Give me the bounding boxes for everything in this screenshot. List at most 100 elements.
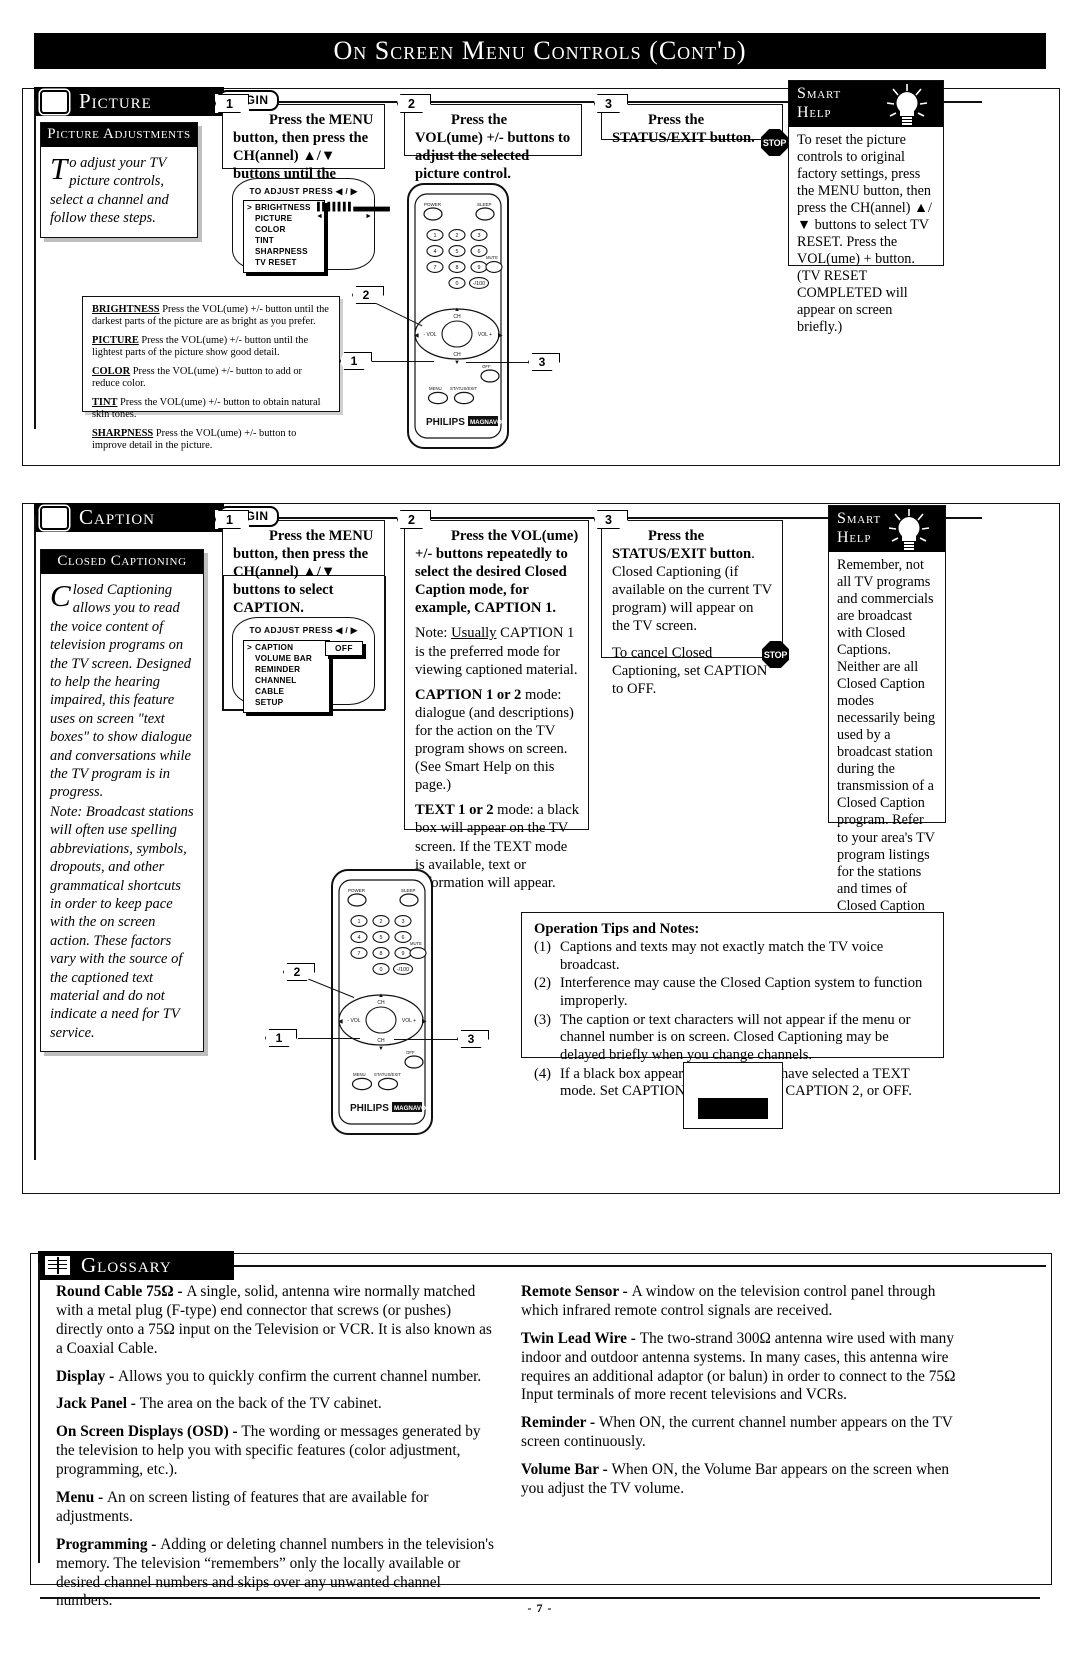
glossary-entry: Menu - An on screen listing of features … — [56, 1489, 429, 1525]
caption-intro-note: Note: Broadcast stations will often use … — [50, 803, 194, 1041]
svg-text:1: 1 — [358, 919, 361, 925]
osd-item: PICTURE — [255, 213, 293, 223]
caption-smart-help-body: Remember, not all TV programs and commer… — [837, 557, 936, 931]
tv-icon — [40, 505, 69, 530]
lightbulb-icon — [886, 84, 928, 125]
picture-step-3-bold: Press the STATUS/EXIT button. — [612, 112, 755, 147]
caption-osd-value: OFF — [325, 641, 363, 656]
caption-step-2-note: Note: Usually CAPTION 1 is the preferred… — [415, 625, 578, 678]
page-number: - 7 - — [527, 1601, 553, 1615]
caption-step-2-mode-text: TEXT 1 or 2 mode: a black box will appea… — [415, 802, 580, 891]
caption-callout-2: 2 — [283, 963, 315, 981]
picture-osd-bargraph: ▌▌▌▌▌▌▌▄▄▄▄▄▄▄ — [317, 202, 390, 211]
picture-smart-help-body: To reset the picture controls to origina… — [797, 132, 932, 336]
leader-line — [394, 1039, 459, 1041]
svg-text:2: 2 — [456, 233, 459, 239]
picture-intro-box: Picture Adjustments To adjust your TV pi… — [40, 122, 198, 238]
svg-text:-/100: -/100 — [397, 967, 409, 973]
svg-text:PHILIPS: PHILIPS — [426, 417, 465, 428]
osd-item: SHARPNESS — [255, 246, 308, 256]
svg-text:◀: ◀ — [414, 333, 419, 339]
osd-item: > CAPTION — [247, 643, 294, 652]
picture-osd-menu: > BRIGHTNESS PICTURE COLOR TINT SHARPNESS… — [243, 200, 325, 273]
svg-text:- VOL: - VOL — [347, 1018, 360, 1024]
smart-help-header: Smart Help — [789, 81, 943, 127]
step-number-badge: 1 — [215, 94, 249, 113]
svg-text:◀: ◀ — [338, 1019, 343, 1025]
svg-text:0: 0 — [380, 967, 383, 973]
osd-item: SETUP — [255, 697, 284, 707]
osd-item: VOLUME BAR — [255, 653, 313, 663]
caption-step-1: 1 Press the MENU button, then press the … — [215, 510, 385, 616]
glossary-entry: Display - Allows you to quickly confirm … — [56, 1367, 482, 1385]
svg-text:7: 7 — [434, 265, 437, 271]
svg-text:OFF: OFF — [406, 1050, 415, 1055]
caption-step-3-cancel: To cancel Closed Captioning, set CAPTION… — [612, 644, 768, 697]
caption-intro-text: losed Captioning allows you to read the … — [50, 582, 192, 801]
svg-text:PHILIPS: PHILIPS — [350, 1103, 389, 1114]
svg-text:MENU: MENU — [353, 1072, 366, 1077]
svg-text:STATUS/EXIT: STATUS/EXIT — [450, 386, 477, 391]
svg-text:▼: ▼ — [454, 360, 460, 366]
operation-tips-box: Operation Tips and Notes: (1) Captions an… — [521, 912, 944, 1099]
glossary-entry: Jack Panel - The area on the back of the… — [56, 1395, 382, 1413]
rule — [384, 576, 386, 710]
caption-intro-heading: Closed Captioning — [41, 550, 203, 574]
osd-prompt: TO ADJUST PRESS ◀ / ▶ — [249, 625, 358, 635]
rule — [234, 1265, 1046, 1267]
svg-text:▲: ▲ — [454, 307, 460, 313]
caption-callout-1: 1 — [265, 1029, 297, 1047]
remote-control-caption: POWER SLEEP 1 2 3 4 5 6 7 8 9 0 -/100 MUTE CH C… — [330, 868, 434, 1136]
adjustment-item: BRIGHTNESS Press the VOL(ume) +/- button… — [92, 304, 329, 328]
caption-step-2-text: Press the VOL(ume) +/- buttons repeatedl… — [415, 527, 580, 892]
svg-text:5: 5 — [456, 249, 459, 255]
rule — [222, 576, 224, 710]
caption-heading: Caption — [79, 505, 156, 529]
picture-callout-1: 1 — [340, 352, 372, 370]
svg-text:VOL +: VOL + — [478, 332, 492, 338]
leader-line — [372, 361, 434, 363]
svg-text:7: 7 — [358, 951, 361, 957]
osd-item: COLOR — [255, 224, 286, 234]
step-number-badge: 2 — [397, 510, 431, 529]
step-number-badge: 2 — [397, 94, 431, 113]
glossary-heading: Glossary — [81, 1253, 172, 1277]
svg-text:MENU: MENU — [429, 386, 442, 391]
lightbulb-icon — [888, 509, 930, 550]
remote-control-picture: POWER SLEEP 1 2 3 4 5 6 7 8 9 0 -/100 MUTE CH C… — [406, 182, 510, 450]
glossary-entry: On Screen Displays (OSD) - The wording o… — [56, 1423, 481, 1479]
text-mode-blackbox-illustration — [683, 1062, 783, 1129]
glossary-section-header: Glossary — [38, 1251, 234, 1280]
picture-callout-2: 2 — [352, 286, 384, 304]
picture-step-1: 1 Press the MENU button, then press the … — [215, 94, 385, 218]
svg-text:8: 8 — [380, 951, 383, 957]
svg-text:4: 4 — [358, 935, 361, 941]
osd-item: CABLE — [255, 686, 285, 696]
tv-icon — [40, 89, 69, 114]
svg-text:3: 3 — [478, 233, 481, 239]
caption-osd-menu: > CAPTION VOLUME BAR REMINDER CHANNEL CAB… — [243, 640, 330, 713]
osd-item: CHANNEL — [255, 675, 297, 685]
svg-text:VOL +: VOL + — [402, 1018, 416, 1024]
glossary-entry: Reminder - When ON, the current channel … — [521, 1414, 953, 1451]
svg-text:SLEEP: SLEEP — [477, 202, 492, 207]
adjustment-item: TINT Press the VOL(ume) +/- button to ob… — [92, 396, 321, 421]
tip-item: (3) The caption or text characters will n… — [534, 1011, 911, 1063]
svg-text:-/100: -/100 — [473, 281, 485, 287]
step-number-badge: 3 — [594, 94, 628, 113]
svg-text:MUTE: MUTE — [486, 255, 498, 260]
svg-text:CH: CH — [377, 1000, 385, 1006]
caption-section-header: Caption — [34, 503, 224, 532]
osd-item: > BRIGHTNESS — [247, 203, 311, 212]
caption-step-2-bold: Press the VOL(ume) +/- buttons repeatedl… — [415, 528, 579, 617]
svg-text:4: 4 — [434, 249, 437, 255]
svg-text:▶: ▶ — [422, 1019, 427, 1025]
tip-item: (1) Captions and texts may not exactly ma… — [534, 939, 884, 973]
svg-text:SLEEP: SLEEP — [401, 888, 416, 893]
caption-step-2: 2 Press the VOL(ume) +/- buttons repeate… — [397, 510, 589, 891]
step-number-badge: 1 — [215, 510, 249, 529]
glossary-entry: Remote Sensor - A window on the televisi… — [521, 1283, 936, 1319]
glossary-entry: Twin Lead Wire - The two-strand 300Ω ant… — [521, 1329, 956, 1404]
rule — [34, 515, 36, 1160]
svg-text:0: 0 — [456, 281, 459, 287]
